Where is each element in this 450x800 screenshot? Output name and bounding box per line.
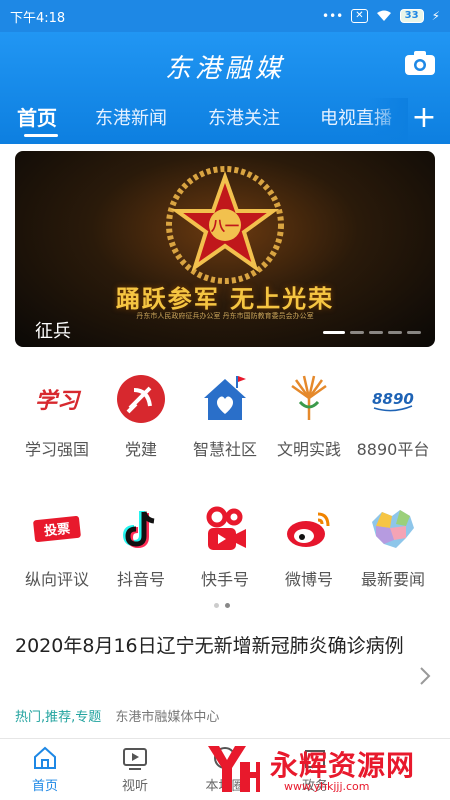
- watermark-url: www.yhkjjj.com: [284, 780, 370, 793]
- home-icon: [34, 746, 56, 769]
- news-meta: 热门,推荐,专题 东港市融媒体中心: [15, 706, 219, 725]
- shortcut-label: 微博号: [284, 570, 333, 589]
- nav-media[interactable]: 视听: [95, 745, 175, 794]
- carousel-indicator: [323, 331, 421, 334]
- xuexi-icon: 学习: [35, 388, 82, 414]
- svg-text:8890: 8890: [372, 390, 414, 408]
- party-emblem-icon: [117, 375, 165, 423]
- nav-label: 首页: [31, 779, 58, 794]
- shortcut-row-1: 学习 学习强国 党建 智慧社区 文明实践 8890 8890平台: [0, 372, 450, 472]
- tab-donggang-focus[interactable]: 东港关注: [208, 104, 280, 130]
- tab-home[interactable]: 首页: [17, 102, 57, 131]
- shortcut-label: 抖音号: [116, 570, 165, 589]
- shortcut-pager: [214, 603, 230, 608]
- nav-home[interactable]: 首页: [5, 745, 85, 794]
- shortcut-label: 学习强国: [24, 440, 89, 459]
- app-logo: 东港融媒: [164, 54, 285, 84]
- carousel-dot: [407, 331, 421, 334]
- shortcut-vote[interactable]: 投票 纵向评议: [15, 502, 99, 590]
- tab-donggang-news[interactable]: 东港新闻: [95, 104, 167, 130]
- shortcut-8890[interactable]: 8890 8890平台: [351, 372, 435, 460]
- army-emblem-icon: 八一: [166, 166, 284, 284]
- smart-community-icon: [204, 376, 246, 420]
- svg-text:学习: 学习: [35, 388, 82, 414]
- carousel-dot: [350, 331, 364, 334]
- news-item[interactable]: 2020年8月16日辽宁无新增新冠肺炎确诊病例: [15, 632, 415, 660]
- add-channel-icon[interactable]: +: [410, 98, 438, 138]
- shortcut-label: 文明实践: [276, 440, 341, 459]
- emblem-text: 八一: [210, 219, 239, 235]
- banner-small-print: 丹东市人民政府征兵办公室 丹东市国防教育委员会办公室: [136, 312, 314, 320]
- 8890-icon: 8890: [372, 390, 414, 412]
- shortcut-label: 党建: [124, 440, 157, 459]
- news-tags: 热门,推荐,专题: [15, 710, 102, 725]
- carousel-dot: [388, 331, 402, 334]
- watermark-text: 永辉资源网: [270, 749, 416, 782]
- civilization-icon: [291, 375, 327, 420]
- kuaishou-icon: [206, 506, 246, 550]
- status-icons: ••• ✕ 33 ⚡: [322, 9, 440, 23]
- vote-icon: 投票: [33, 515, 81, 543]
- douyin-icon: [122, 511, 155, 549]
- pager-dot: [225, 603, 230, 608]
- news-title[interactable]: 2020年8月16日辽宁无新增新冠肺炎确诊病例: [15, 632, 415, 660]
- banner-title: 踊跃参军 无上光荣: [115, 285, 335, 313]
- shortcut-label: 快手号: [200, 570, 249, 589]
- battery-icon: 33: [399, 9, 424, 23]
- shortcut-label: 纵向评议: [24, 570, 89, 589]
- shortcut-xuexi[interactable]: 学习 学习强国: [15, 372, 99, 460]
- shortcut-kuaishou[interactable]: 快手号: [183, 502, 267, 590]
- banner-carousel[interactable]: 八一 踊跃参军 无上光荣 丹东市人民政府征兵办公室 丹东市国防教育委员会办公室 …: [15, 151, 435, 347]
- news-source: 东港市融媒体中心: [115, 710, 220, 725]
- shortcut-weibo[interactable]: 微博号: [267, 502, 351, 590]
- weibo-icon: [287, 512, 330, 547]
- nav-label: 视听: [121, 779, 148, 794]
- shortcut-label: 智慧社区: [192, 440, 257, 459]
- status-bar: 下午4:18 ••• ✕ 33 ⚡: [0, 0, 450, 32]
- carousel-dot: [323, 331, 345, 334]
- pager-dot: [214, 603, 219, 608]
- channel-tabs: 首页 东港新闻 东港关注 电视直播 +: [0, 98, 450, 144]
- tv-icon: [123, 748, 147, 770]
- app-header: 东港融媒 首页 东港新闻 东港关注 电视直播 +: [0, 32, 450, 144]
- more-dots-icon: •••: [322, 9, 344, 23]
- sim-disabled-icon: ✕: [351, 9, 368, 23]
- watermark-logo-icon: [208, 746, 260, 792]
- shortcut-douyin[interactable]: 抖音号: [99, 502, 183, 590]
- chevron-right-icon[interactable]: [418, 666, 432, 686]
- shortcut-civilization[interactable]: 文明实践: [267, 372, 351, 460]
- shortcut-smart-community[interactable]: 智慧社区: [183, 372, 267, 460]
- banner-caption: 征兵: [35, 321, 71, 342]
- svg-text:投票: 投票: [43, 521, 71, 540]
- active-tab-indicator: [24, 134, 58, 137]
- camera-icon[interactable]: [404, 50, 436, 76]
- shortcut-label: 最新要闻: [360, 570, 425, 589]
- shortcut-party[interactable]: 党建: [99, 372, 183, 460]
- carousel-dot: [369, 331, 383, 334]
- tabs-fade: [368, 98, 408, 144]
- watermark: 永辉资源网 www.yhkjjj.com: [190, 738, 450, 800]
- shortcut-latest-news[interactable]: 最新要闻: [351, 502, 435, 590]
- map-icon: [372, 510, 414, 548]
- status-time: 下午4:18: [10, 10, 66, 26]
- charging-icon: ⚡: [431, 9, 440, 23]
- shortcut-label: 8890平台: [356, 440, 430, 459]
- wifi-icon: [376, 10, 391, 21]
- shortcut-row-2: 投票 纵向评议 抖音号 快手号 微博号 最新要闻: [0, 502, 450, 602]
